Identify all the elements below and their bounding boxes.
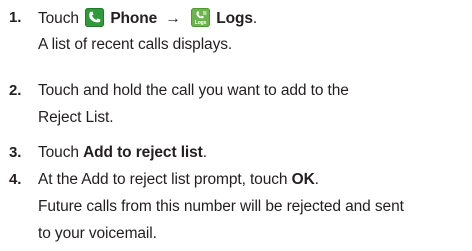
step-4-detail-line-1: Future calls from this number will be re…: [38, 198, 404, 215]
step-4-pre: At the Add to reject list prompt, touch: [38, 171, 292, 188]
step-3-line: Touch Add to reject list.: [38, 143, 207, 170]
touch-word: Touch: [38, 10, 79, 27]
instruction-page: 1. Touch Phone → Logs Logs. A list of re…: [0, 0, 472, 251]
logs-icon-caption: Logs: [194, 20, 207, 26]
step-1-detail: A list of recent calls displays.: [38, 36, 233, 53]
step-4-detail-line-2: to your voicemail.: [38, 225, 157, 242]
step-3-pre: Touch: [38, 144, 84, 161]
step-1-line: Touch Phone → Logs Logs.: [38, 8, 257, 35]
arrow-right-icon: →: [165, 10, 181, 27]
step-number: 4.: [9, 171, 22, 188]
phone-handset-icon: [89, 11, 101, 23]
step-text: Touch and hold the call you want to add …: [38, 81, 349, 135]
phone-label: Phone: [110, 10, 158, 27]
period: .: [202, 144, 207, 161]
step-number: 3.: [9, 144, 22, 161]
step-4-line: At the Add to reject list prompt, touch …: [38, 170, 404, 197]
step-2-line-2: Reject List.: [38, 109, 114, 126]
period: .: [314, 171, 319, 188]
step-2-line-1: Touch and hold the call you want to add …: [38, 82, 349, 99]
step-number: 2.: [9, 82, 22, 99]
period: .: [252, 10, 258, 27]
step-text: At the Add to reject list prompt, touch …: [38, 170, 404, 251]
logs-app-icon: Logs: [191, 8, 211, 27]
add-to-reject-list-label: Add to reject list: [83, 144, 203, 161]
ok-label: OK: [291, 171, 315, 188]
step-text: Touch Add to reject list.: [38, 143, 207, 170]
step-text: Touch Phone → Logs Logs. A list of recen…: [38, 8, 257, 62]
step-number: 1.: [9, 9, 22, 26]
phone-app-icon: [85, 8, 105, 27]
logs-label: Logs: [216, 10, 253, 27]
